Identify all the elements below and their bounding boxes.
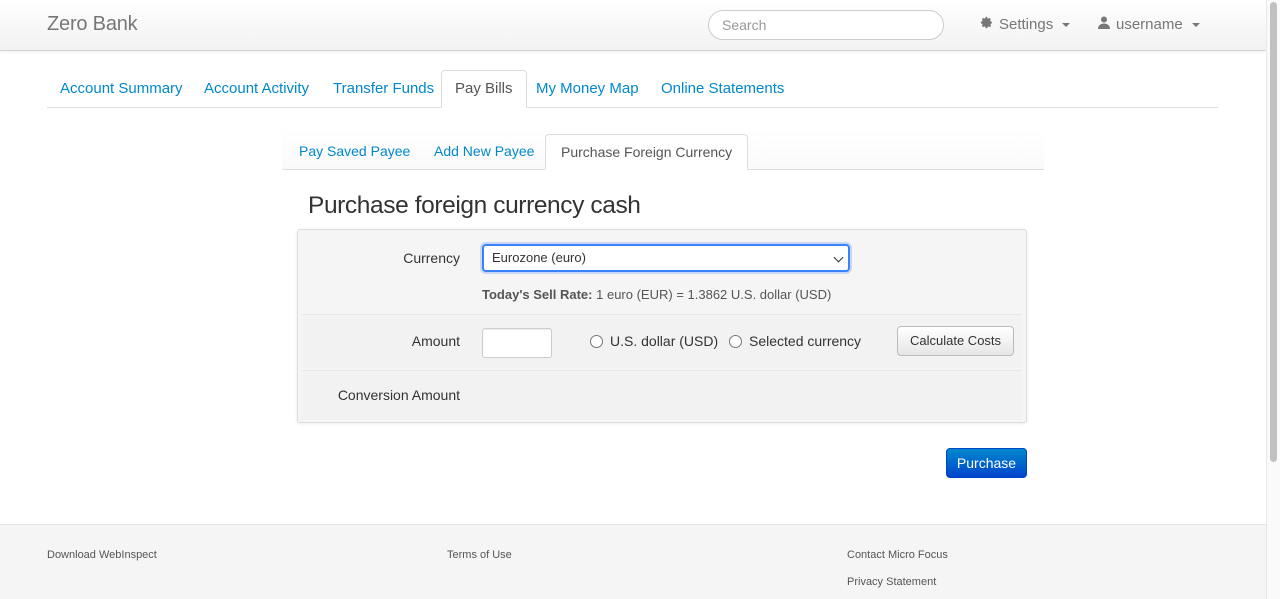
settings-label: Settings (999, 16, 1054, 33)
subtab-pay-saved-payee[interactable]: Pay Saved Payee (284, 134, 425, 170)
settings-dropdown[interactable]: Settings (980, 16, 1071, 33)
page-scrollbar[interactable] (1266, 0, 1280, 599)
footer-link-terms-of-use[interactable]: Terms of Use (447, 549, 512, 561)
currency-row: Currency Eurozone (euro) Today's Sell Ra… (302, 232, 1022, 312)
chevron-down-icon (833, 252, 844, 263)
footer: Download WebInspect Terms of Use Contact… (0, 524, 1266, 599)
tab-account-summary[interactable]: Account Summary (47, 70, 196, 108)
user-dropdown[interactable]: username (1098, 16, 1200, 33)
tab-account-activity[interactable]: Account Activity (191, 70, 322, 108)
currency-select[interactable]: Eurozone (euro) (482, 244, 850, 272)
purchase-button[interactable]: Purchase (946, 448, 1027, 478)
tab-my-money-map[interactable]: My Money Map (523, 70, 652, 108)
tab-transfer-funds[interactable]: Transfer Funds (320, 70, 447, 108)
sell-rate-value: 1 euro (EUR) = 1.3862 U.S. dollar (USD) (596, 287, 832, 302)
amount-label: Amount (411, 333, 460, 349)
currency-label: Currency (403, 250, 460, 266)
subtab-add-new-payee[interactable]: Add New Payee (419, 134, 549, 170)
radio-selected-currency-option[interactable]: Selected currency (729, 333, 861, 349)
radio-usd-option[interactable]: U.S. dollar (USD) (590, 333, 718, 349)
tab-pay-bills[interactable]: Pay Bills (441, 70, 527, 108)
purchase-form: Currency Eurozone (euro) Today's Sell Ra… (297, 229, 1027, 423)
footer-link-contact-micro-focus[interactable]: Contact Micro Focus (847, 549, 948, 561)
footer-link-download-webinspect[interactable]: Download WebInspect (47, 549, 157, 561)
pay-bills-subtabs: Pay Saved Payee Add New Payee Purchase F… (282, 128, 1044, 170)
username-label: username (1116, 16, 1183, 33)
conversion-row: Conversion Amount (302, 370, 1022, 420)
search-input[interactable] (708, 10, 944, 40)
radio-usd-label: U.S. dollar (USD) (610, 333, 719, 349)
chevron-down-icon (1062, 22, 1071, 27)
sell-rate-label: Today's Sell Rate: (482, 287, 593, 302)
radio-selected-currency-label: Selected currency (749, 333, 862, 349)
amount-input[interactable] (482, 328, 552, 358)
chevron-down-icon (1191, 22, 1200, 27)
gear-icon (980, 16, 993, 33)
sell-rate-text: Today's Sell Rate: 1 euro (EUR) = 1.3862… (482, 287, 831, 302)
main-tabs: Account Summary Account Activity Transfe… (47, 70, 1218, 108)
brand-logo[interactable]: Zero Bank (47, 13, 138, 36)
scrollbar-thumb[interactable] (1270, 2, 1277, 462)
calculate-costs-button[interactable]: Calculate Costs (897, 326, 1015, 356)
subtab-purchase-foreign-currency[interactable]: Purchase Foreign Currency (545, 134, 749, 170)
radio-selected-currency[interactable] (729, 334, 742, 348)
radio-usd[interactable] (590, 334, 603, 348)
footer-link-privacy-statement[interactable]: Privacy Statement (847, 576, 936, 588)
conversion-amount-label: Conversion Amount (337, 387, 460, 403)
tab-online-statements[interactable]: Online Statements (648, 70, 797, 108)
page-title: Purchase foreign currency cash (308, 192, 641, 219)
top-navbar: Zero Bank Settings username (0, 0, 1266, 51)
currency-selected-value: Eurozone (euro) (492, 250, 586, 265)
user-icon (1098, 16, 1110, 33)
amount-row: Amount U.S. dollar (USD) Selected curren… (302, 314, 1022, 368)
